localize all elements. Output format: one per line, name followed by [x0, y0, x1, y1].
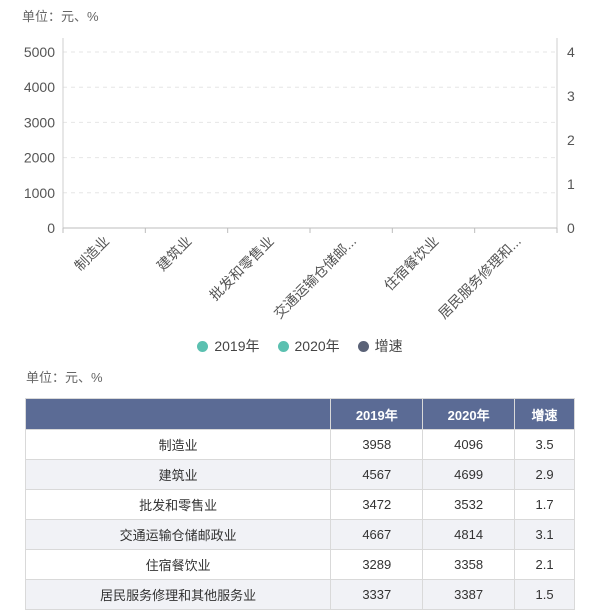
- x-tick-label: 住宿餐饮业: [381, 233, 442, 294]
- chart-legend: 2019年 2020年 增速: [0, 336, 600, 356]
- table-header-2020: 2020年: [422, 398, 516, 430]
- cell-growth: 3.5: [514, 429, 575, 460]
- table-unit-label: 单位：元、%: [26, 370, 103, 385]
- cell-2019: 3472: [330, 489, 424, 520]
- table-row: 居民服务修理和其他服务业 3337 3387 1.5: [24, 579, 575, 610]
- y2-tick-label: 1: [567, 176, 575, 192]
- table-header-category: [24, 398, 332, 430]
- data-table: 2019年 2020年 增速 制造业 3958 4096 3.5 建筑业 456…: [24, 398, 575, 610]
- y-tick-label: 1000: [24, 185, 55, 201]
- legend-label-2019: 2019年: [214, 338, 260, 354]
- cell-2019: 3337: [330, 579, 424, 610]
- y-tick-label: 4000: [24, 79, 55, 95]
- cell-category: 制造业: [24, 429, 332, 460]
- cell-2019: 3958: [330, 429, 424, 460]
- cell-category: 居民服务修理和其他服务业: [24, 579, 332, 610]
- y-tick-label: 0: [47, 220, 55, 236]
- x-tick-label: 居民服务修理和...: [435, 233, 524, 322]
- cell-2019: 4667: [330, 519, 424, 550]
- legend-dot-2020: [277, 340, 289, 352]
- y2-tick-label: 3: [567, 88, 575, 104]
- x-tick-label: 批发和零售业: [206, 233, 277, 304]
- x-tick-label: 建筑业: [154, 233, 195, 274]
- table-row: 住宿餐饮业 3289 3358 2.1: [24, 549, 575, 580]
- cell-growth: 2.9: [514, 459, 575, 490]
- y2-tick-label: 2: [567, 132, 575, 148]
- cell-growth: 3.1: [514, 519, 575, 550]
- table-row: 制造业 3958 4096 3.5: [24, 429, 575, 460]
- y2-tick-label: 4: [567, 44, 575, 60]
- cell-growth: 1.5: [514, 579, 575, 610]
- table-row: 交通运输仓储邮政业 4667 4814 3.1: [24, 519, 575, 550]
- cell-2019: 3289: [330, 549, 424, 580]
- cell-2020: 4699: [422, 459, 516, 490]
- cell-category: 住宿餐饮业: [24, 549, 332, 580]
- x-tick-label: 交通运输仓储邮...: [270, 233, 359, 322]
- y-tick-label: 5000: [24, 44, 55, 60]
- cell-2020: 4814: [422, 519, 516, 550]
- cell-2020: 3387: [422, 579, 516, 610]
- y-tick-label: 2000: [24, 150, 55, 166]
- y2-tick-label: 0: [567, 220, 575, 236]
- legend-label-2020: 2020年: [294, 338, 340, 354]
- cell-growth: 2.1: [514, 549, 575, 580]
- cell-category: 交通运输仓储邮政业: [24, 519, 332, 550]
- table-row: 批发和零售业 3472 3532 1.7: [24, 489, 575, 520]
- legend-dot-2019: [197, 340, 209, 352]
- cell-growth: 1.7: [514, 489, 575, 520]
- cell-category: 建筑业: [24, 459, 332, 490]
- cell-2020: 4096: [422, 429, 516, 460]
- table-row: 建筑业 4567 4699 2.9: [24, 459, 575, 490]
- legend-item-2019[interactable]: 2019年: [197, 336, 260, 356]
- y-tick-label: 3000: [24, 114, 55, 130]
- table-header-growth: 增速: [514, 398, 575, 430]
- cell-2019: 4567: [330, 459, 424, 490]
- legend-dot-growth: [357, 340, 369, 352]
- x-tick-label: 制造业: [71, 233, 112, 274]
- cell-2020: 3532: [422, 489, 516, 520]
- table-header-row: 2019年 2020年 增速: [24, 398, 575, 430]
- legend-item-2020[interactable]: 2020年: [277, 336, 340, 356]
- cell-category: 批发和零售业: [24, 489, 332, 520]
- table-header-2019: 2019年: [330, 398, 424, 430]
- legend-item-growth[interactable]: 增速: [357, 336, 403, 356]
- bar-chart: 0 1000 2000 3000 4000 5000 0 1 2 3 4 制造业 建筑业 批发和零售业交通…: [24, 38, 575, 322]
- cell-2020: 3358: [422, 549, 516, 580]
- legend-label-growth: 增速: [374, 338, 403, 354]
